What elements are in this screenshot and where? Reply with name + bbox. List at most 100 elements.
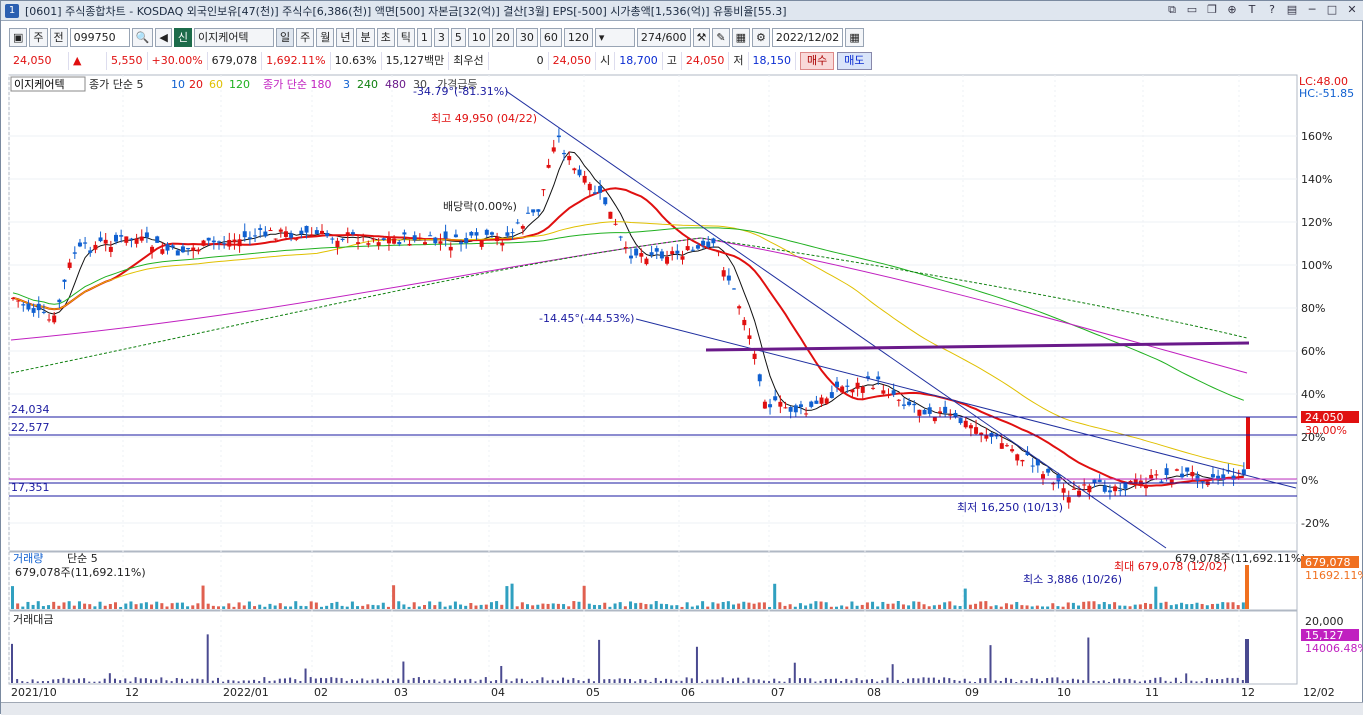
amount-bar: [577, 680, 580, 683]
volume-bar: [520, 602, 524, 609]
candle-body: [77, 242, 82, 247]
scrollbar[interactable]: [1, 702, 1363, 715]
volume-bar: [268, 603, 272, 609]
high-label: 최고 49,950 (04/22): [431, 112, 537, 125]
candle-body: [737, 306, 742, 309]
tool-icon[interactable]: ⚒: [692, 27, 711, 47]
tab-year[interactable]: 년: [336, 27, 355, 47]
interval-select[interactable]: ▾: [594, 27, 635, 47]
search-icon[interactable]: 🔍: [131, 27, 154, 47]
link-icon[interactable]: ⧉: [1164, 3, 1180, 18]
tab-second[interactable]: 초: [376, 27, 395, 47]
num-3[interactable]: 3: [433, 27, 449, 47]
candle-body: [716, 251, 721, 253]
y-tick-label: 0%: [1301, 474, 1318, 487]
volume-bar: [52, 601, 56, 609]
volume-bar: [31, 604, 35, 609]
volume-bar: [556, 603, 560, 609]
calendar-icon[interactable]: ▦: [845, 27, 864, 47]
amount-bar: [886, 677, 889, 683]
candle-body: [752, 353, 757, 360]
candle-body: [1056, 474, 1061, 482]
stock-chart[interactable]: 이지케어텍 종가 단순 5 10 20 60 120 종가 단순 180 3 2…: [1, 73, 1363, 702]
candle-body: [206, 237, 211, 241]
amount-bar: [974, 681, 977, 683]
num-5[interactable]: 5: [450, 27, 466, 47]
draw-icon[interactable]: ✎: [712, 27, 730, 47]
volume-bar: [67, 601, 71, 609]
candle-body: [258, 228, 263, 230]
amount-bar: [948, 678, 951, 683]
minimize-icon[interactable]: ─: [1304, 3, 1320, 18]
candle-body: [984, 435, 989, 439]
candle-body: [1118, 490, 1123, 492]
buy-button[interactable]: 매수: [800, 52, 835, 70]
amount-bar: [283, 678, 286, 683]
layout-icon[interactable]: ▣: [9, 27, 28, 47]
num-30[interactable]: 30: [515, 27, 538, 47]
help-icon[interactable]: ?: [1264, 3, 1280, 18]
code-input[interactable]: 099750: [69, 27, 130, 47]
amount-bar: [793, 662, 796, 683]
candle-body: [247, 237, 252, 239]
tab-day[interactable]: 일: [275, 27, 295, 47]
volume-bar: [572, 601, 576, 609]
amount-bar: [1226, 677, 1229, 683]
candle-body: [484, 229, 489, 235]
candle-body: [72, 252, 77, 254]
tab-minute[interactable]: 분: [356, 27, 375, 47]
candle-body: [891, 390, 896, 395]
pin-icon[interactable]: ⊕: [1224, 3, 1240, 18]
close-icon[interactable]: ✕: [1344, 3, 1360, 18]
volume-bar: [320, 606, 323, 609]
num-20[interactable]: 20: [491, 27, 514, 47]
settings-icon[interactable]: ⚙: [752, 27, 770, 47]
volume-bar: [999, 606, 1003, 609]
tab-tick[interactable]: 틱: [396, 27, 415, 47]
candle-body: [52, 315, 57, 323]
volume-bar: [526, 604, 529, 609]
tile-icon[interactable]: ▭: [1184, 3, 1200, 18]
price-tag-text: 24,050: [1305, 411, 1344, 424]
save-icon[interactable]: ▦: [731, 27, 751, 47]
sell-button[interactable]: 매도: [837, 52, 872, 70]
candle-body: [804, 413, 809, 415]
tab-month[interactable]: 월: [316, 27, 335, 47]
amount-bar: [376, 678, 379, 683]
amount-bar: [629, 678, 631, 683]
stock-name[interactable]: 이지케어텍: [193, 27, 274, 47]
speaker-icon[interactable]: ◀: [155, 27, 172, 47]
date-input[interactable]: 2022/12/02: [771, 27, 844, 47]
volume-bar: [1154, 586, 1158, 609]
amount-bar: [1149, 679, 1152, 683]
amount-bar: [175, 678, 178, 683]
x-tick-label: 08: [867, 686, 881, 699]
volume-bar: [350, 601, 354, 609]
volume-bar: [1102, 602, 1106, 609]
text-icon[interactable]: T: [1244, 3, 1260, 18]
copy-icon[interactable]: ❐: [1204, 3, 1220, 18]
num-60[interactable]: 60: [539, 27, 562, 47]
volume-bar: [562, 604, 566, 609]
num-10[interactable]: 10: [467, 27, 490, 47]
volume-bar: [701, 601, 705, 609]
candle-body: [515, 222, 520, 224]
period-select[interactable]: 주: [29, 27, 48, 47]
amount-bar: [742, 681, 745, 683]
amount-bar: [896, 679, 899, 683]
amount-bar: [144, 678, 147, 683]
amount-bar: [438, 681, 441, 683]
amount-bar: [340, 678, 343, 683]
amount-bar: [829, 678, 832, 683]
market-select[interactable]: 전: [49, 27, 68, 47]
amount-bar: [150, 679, 153, 683]
num-1[interactable]: 1: [416, 27, 432, 47]
num-120[interactable]: 120: [563, 27, 593, 47]
candle-body: [953, 412, 958, 417]
print-icon[interactable]: ▤: [1284, 3, 1300, 18]
volume-bar: [979, 601, 983, 609]
new-icon[interactable]: 신: [173, 27, 192, 47]
volume-bar: [1077, 605, 1081, 609]
maximize-icon[interactable]: □: [1324, 3, 1340, 18]
tab-week[interactable]: 주: [296, 27, 315, 47]
